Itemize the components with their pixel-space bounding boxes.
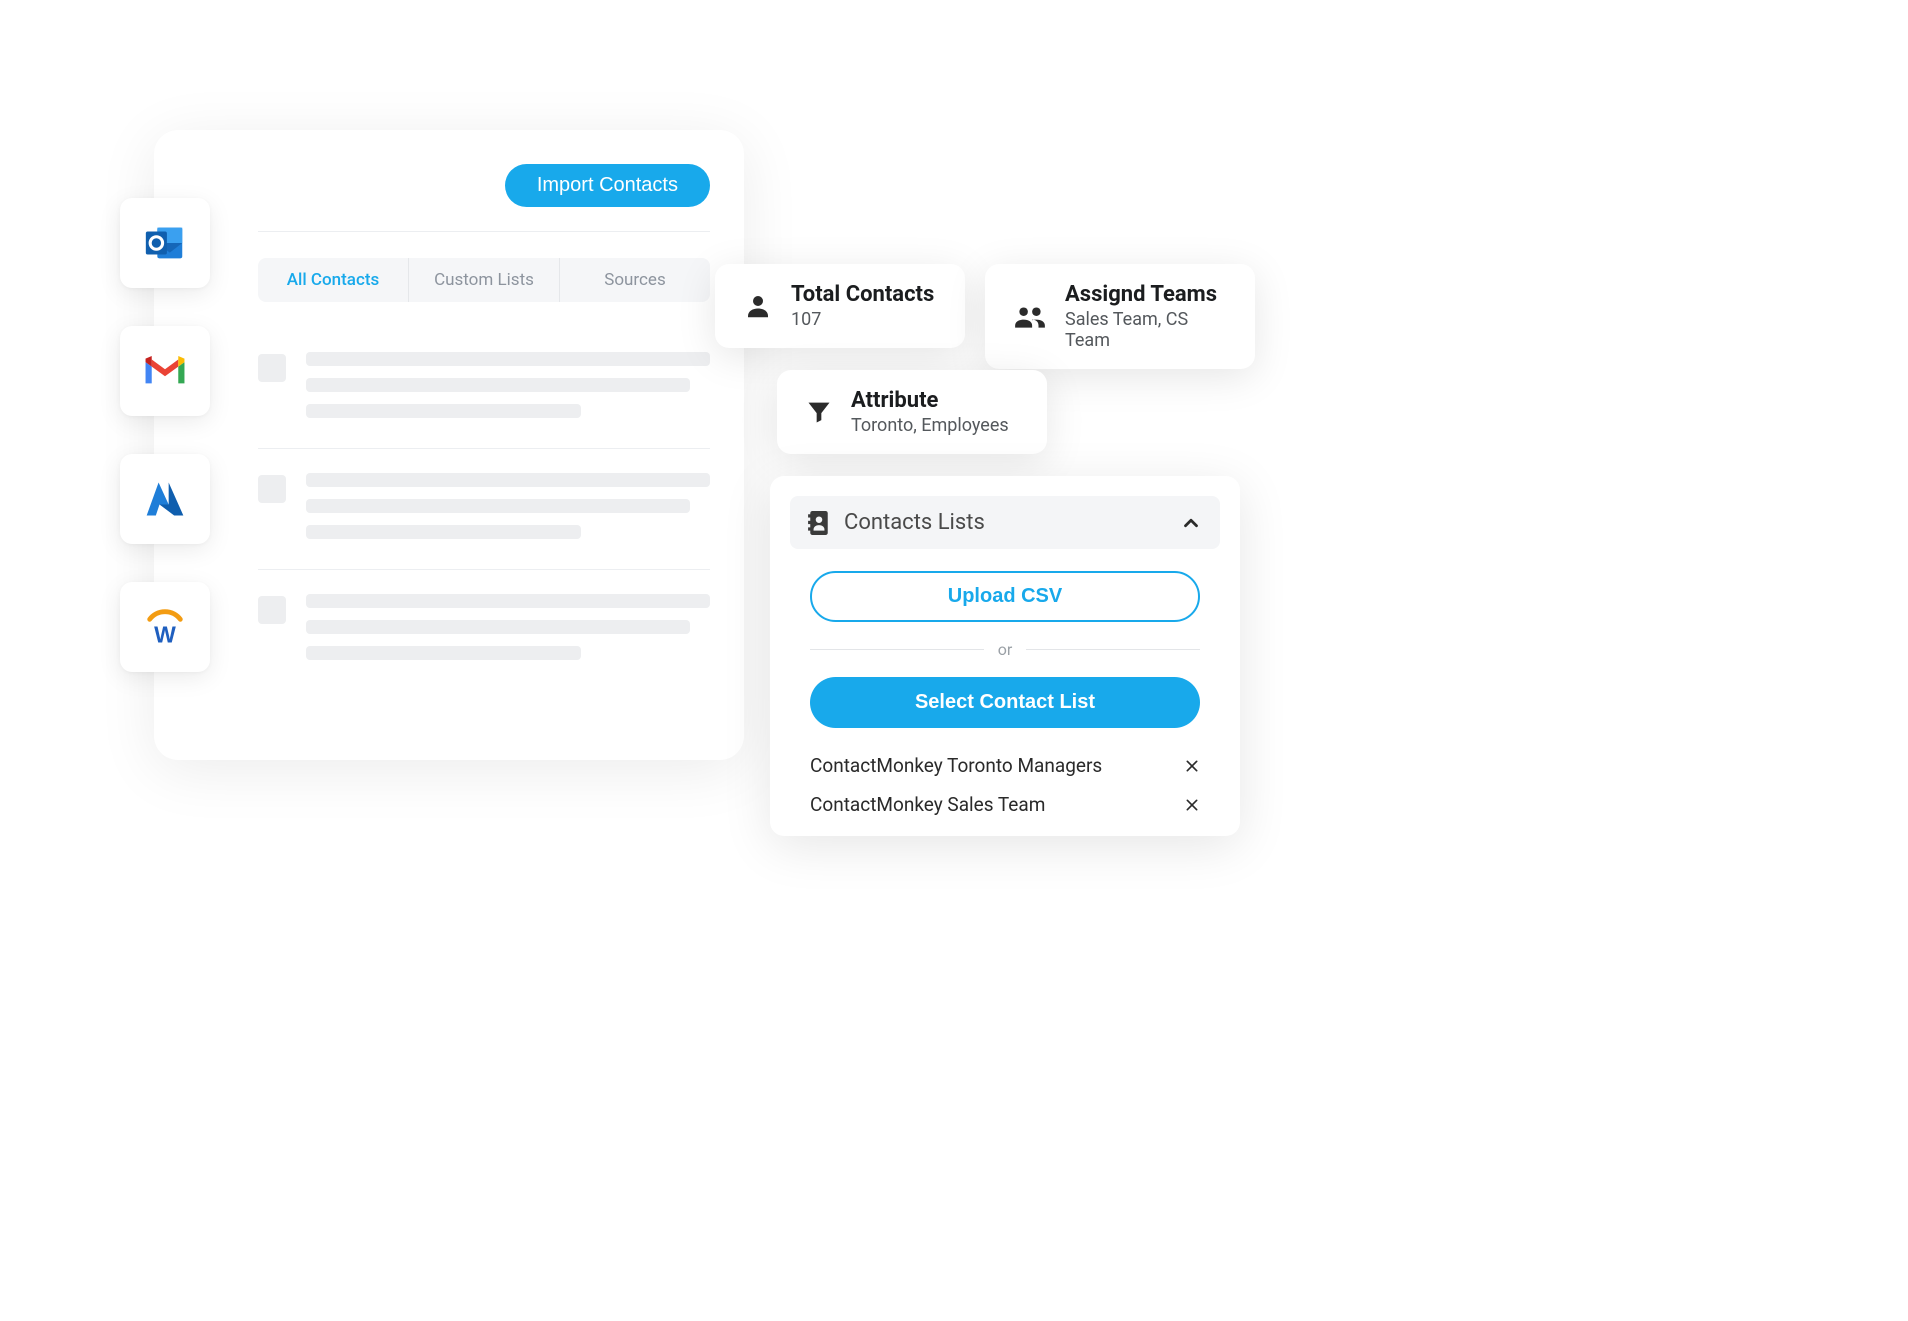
list-item (258, 328, 710, 449)
person-icon (743, 291, 773, 321)
remove-list-icon[interactable] (1184, 797, 1200, 813)
list-item (258, 570, 710, 690)
avatar-placeholder (258, 596, 286, 624)
selected-list-label: ContactMonkey Toronto Managers (810, 754, 1102, 777)
import-row: Import Contacts (258, 164, 710, 232)
assigned-teams-card: Assignd Teams Sales Team, CS Team (985, 264, 1255, 369)
avatar-placeholder (258, 354, 286, 382)
attribute-title: Attribute (851, 388, 1009, 413)
import-contacts-button[interactable]: Import Contacts (505, 164, 710, 207)
address-book-icon (808, 511, 830, 535)
people-icon (1013, 302, 1047, 332)
or-divider: or (810, 640, 1200, 659)
upload-csv-button[interactable]: Upload CSV (810, 571, 1200, 622)
integration-column: W (120, 198, 210, 672)
contacts-lists-title: Contacts Lists (844, 510, 1166, 535)
tab-custom-lists[interactable]: Custom Lists (409, 258, 560, 302)
contact-list (258, 328, 710, 690)
contacts-lists-header[interactable]: Contacts Lists (790, 496, 1220, 549)
selected-list-item: ContactMonkey Sales Team (810, 793, 1200, 816)
assigned-teams-title: Assignd Teams (1065, 282, 1227, 307)
assigned-teams-value: Sales Team, CS Team (1065, 309, 1227, 351)
total-contacts-card: Total Contacts 107 (715, 264, 965, 348)
outlook-icon (142, 220, 188, 266)
azure-icon (143, 477, 187, 521)
selected-list-item: ContactMonkey Toronto Managers (810, 754, 1200, 777)
tab-sources[interactable]: Sources (560, 258, 710, 302)
attribute-value: Toronto, Employees (851, 415, 1009, 436)
text-placeholder (306, 473, 710, 539)
selected-list-label: ContactMonkey Sales Team (810, 793, 1045, 816)
integration-azure[interactable] (120, 454, 210, 544)
workday-icon: W (142, 604, 188, 650)
integration-outlook[interactable] (120, 198, 210, 288)
select-contact-list-button[interactable]: Select Contact List (810, 677, 1200, 728)
chevron-up-icon[interactable] (1180, 512, 1202, 534)
avatar-placeholder (258, 475, 286, 503)
list-item (258, 449, 710, 570)
filter-icon (805, 398, 833, 426)
integration-gmail[interactable] (120, 326, 210, 416)
text-placeholder (306, 594, 710, 660)
integration-workday[interactable]: W (120, 582, 210, 672)
text-placeholder (306, 352, 710, 418)
svg-text:W: W (154, 621, 176, 647)
total-contacts-value: 107 (791, 309, 934, 330)
gmail-icon (142, 353, 188, 389)
tab-all-contacts[interactable]: All Contacts (258, 258, 409, 302)
total-contacts-title: Total Contacts (791, 282, 934, 307)
contacts-panel: Import Contacts All Contacts Custom List… (154, 130, 744, 760)
contacts-lists-panel: Contacts Lists Upload CSV or Select Cont… (770, 476, 1240, 836)
selected-lists: ContactMonkey Toronto Managers ContactMo… (790, 754, 1220, 816)
remove-list-icon[interactable] (1184, 758, 1200, 774)
attribute-card: Attribute Toronto, Employees (777, 370, 1047, 454)
tabs: All Contacts Custom Lists Sources (258, 258, 710, 302)
